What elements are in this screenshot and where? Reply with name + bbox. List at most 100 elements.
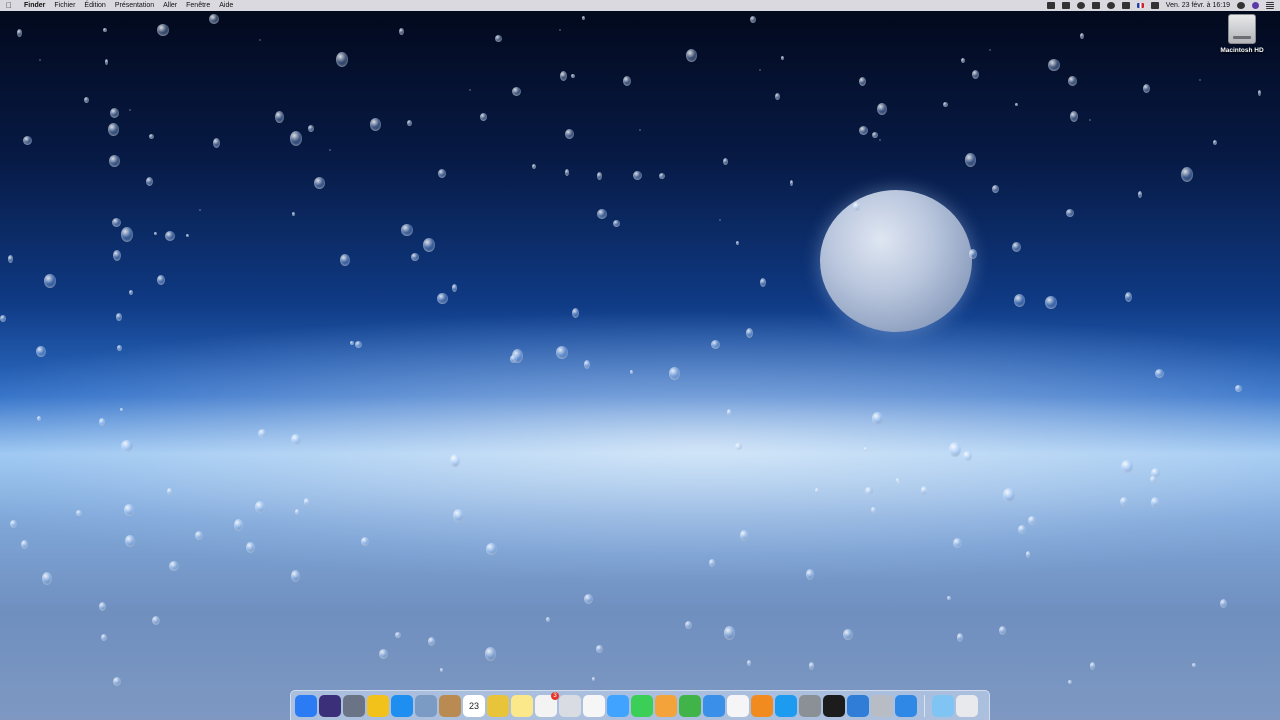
dock-item-ibooks[interactable]: [751, 694, 773, 717]
user-avatar-icon[interactable]: [1252, 2, 1259, 9]
raindrop: [42, 572, 52, 585]
search-icon[interactable]: [1237, 2, 1245, 9]
raindrop: [37, 416, 41, 421]
raindrop: [584, 594, 593, 604]
raindrop: [314, 177, 325, 189]
dock-item-utility[interactable]: [871, 694, 893, 717]
raindrop: [99, 418, 105, 426]
input-source-flag-fr-icon[interactable]: [1136, 3, 1144, 8]
raindrop: [512, 87, 521, 96]
dropbox-icon[interactable]: [1046, 2, 1055, 9]
raindrop: [304, 498, 309, 506]
menu-edition[interactable]: Édition: [84, 2, 105, 9]
dock-item-keynote[interactable]: [703, 694, 725, 717]
dock-item-itunes[interactable]: [727, 694, 749, 717]
dock-item-safari[interactable]: [391, 694, 413, 717]
desktop[interactable]:  Finder Fichier Édition Présentation Al…: [0, 0, 1280, 720]
dock-item-facetime[interactable]: [631, 694, 653, 717]
dock-item-messages[interactable]: [607, 694, 629, 717]
menu-aide[interactable]: Aide: [219, 2, 233, 9]
menu-fenetre[interactable]: Fenêtre: [186, 2, 210, 9]
dock-separator: [924, 694, 925, 717]
airplay-icon[interactable]: [1061, 2, 1070, 9]
dock-item-photos[interactable]: [583, 694, 605, 717]
dock-item-calendar[interactable]: 23: [463, 694, 485, 717]
battery-icon[interactable]: [1150, 2, 1159, 9]
raindrop: [167, 488, 172, 495]
raindrop: [125, 535, 135, 547]
raindrop: [112, 218, 121, 227]
desktop-icon-label: Macintosh HD: [1220, 47, 1264, 54]
dock-item-trash[interactable]: [956, 694, 978, 717]
raindrop: [17, 29, 22, 37]
raindrop: [723, 158, 728, 165]
timemachine-icon[interactable]: [1076, 2, 1085, 9]
raindrop: [108, 123, 119, 136]
dock-item-terminal[interactable]: [823, 694, 845, 717]
raindrop: [1026, 551, 1030, 558]
bluetooth-icon[interactable]: [1091, 2, 1100, 9]
dock-item-cyberduck[interactable]: [367, 694, 389, 717]
menu-app-name[interactable]: Finder: [24, 2, 45, 9]
wifi-icon[interactable]: [1106, 2, 1115, 9]
raindrop: [152, 616, 160, 625]
notification-badge: 3: [551, 691, 559, 700]
menu-fichier[interactable]: Fichier: [54, 2, 75, 9]
raindrop: [613, 220, 620, 227]
dock-item-siri[interactable]: [319, 694, 341, 717]
dock-item-numbers[interactable]: [679, 694, 701, 717]
raindrop: [1121, 460, 1133, 473]
dock-item-app-store-extra[interactable]: [487, 694, 509, 717]
raindrop: [428, 637, 435, 646]
raindrop: [871, 507, 876, 513]
volume-icon[interactable]: [1121, 2, 1130, 9]
menu-aller[interactable]: Aller: [163, 2, 177, 9]
menu-presentation[interactable]: Présentation: [115, 2, 154, 9]
dock-item-xcode[interactable]: [847, 694, 869, 717]
dock-item-reminders[interactable]: 3: [535, 691, 559, 717]
raindrop: [8, 255, 13, 263]
dock-item-finder[interactable]: [295, 694, 317, 717]
raindrop: [113, 677, 121, 686]
dock-item-launchpad[interactable]: [343, 694, 365, 717]
raindrop: [947, 596, 951, 600]
raindrop: [395, 632, 401, 638]
apple-icon[interactable]: : [6, 1, 16, 10]
raindrop: [101, 634, 107, 641]
raindrop: [1143, 84, 1150, 93]
raindrop: [423, 238, 435, 252]
raindrop: [1151, 497, 1159, 508]
raindrop: [750, 16, 756, 23]
raindrop: [597, 172, 602, 180]
raindrop: [44, 274, 56, 288]
raindrop: [120, 408, 123, 411]
raindrop: [560, 71, 567, 81]
menu-bar:  Finder Fichier Édition Présentation Al…: [0, 0, 1280, 11]
raindrop: [103, 28, 107, 32]
raindrop: [165, 231, 175, 241]
notification-center-icon[interactable]: [1266, 2, 1274, 9]
raindrop: [407, 120, 412, 126]
raindrop: [1138, 191, 1142, 198]
raindrop: [440, 668, 443, 672]
raindrop: [361, 537, 369, 546]
raindrop: [775, 93, 780, 100]
raindrop: [379, 649, 388, 659]
dock-item-migration[interactable]: [895, 694, 917, 717]
raindrop: [399, 28, 404, 35]
dock-item-system-preferences[interactable]: [799, 694, 821, 717]
menu-clock[interactable]: Ven. 23 févr. à 16:19: [1166, 2, 1230, 9]
dock-item-preview[interactable]: [559, 694, 581, 717]
raindrop: [1080, 33, 1084, 39]
raindrop: [84, 97, 89, 103]
dock-item-mail[interactable]: [415, 694, 437, 717]
desktop-icon-macintosh-hd[interactable]: Macintosh HD: [1212, 14, 1272, 54]
raindrop: [336, 52, 348, 67]
dock-item-pages[interactable]: [655, 694, 677, 717]
dock-item-downloads[interactable]: [932, 694, 954, 717]
raindrop: [1150, 476, 1156, 483]
dock-item-notes[interactable]: [511, 694, 533, 717]
dock-item-contacts[interactable]: [439, 694, 461, 717]
dock-item-app-store[interactable]: [775, 694, 797, 717]
raindrop: [669, 367, 680, 380]
